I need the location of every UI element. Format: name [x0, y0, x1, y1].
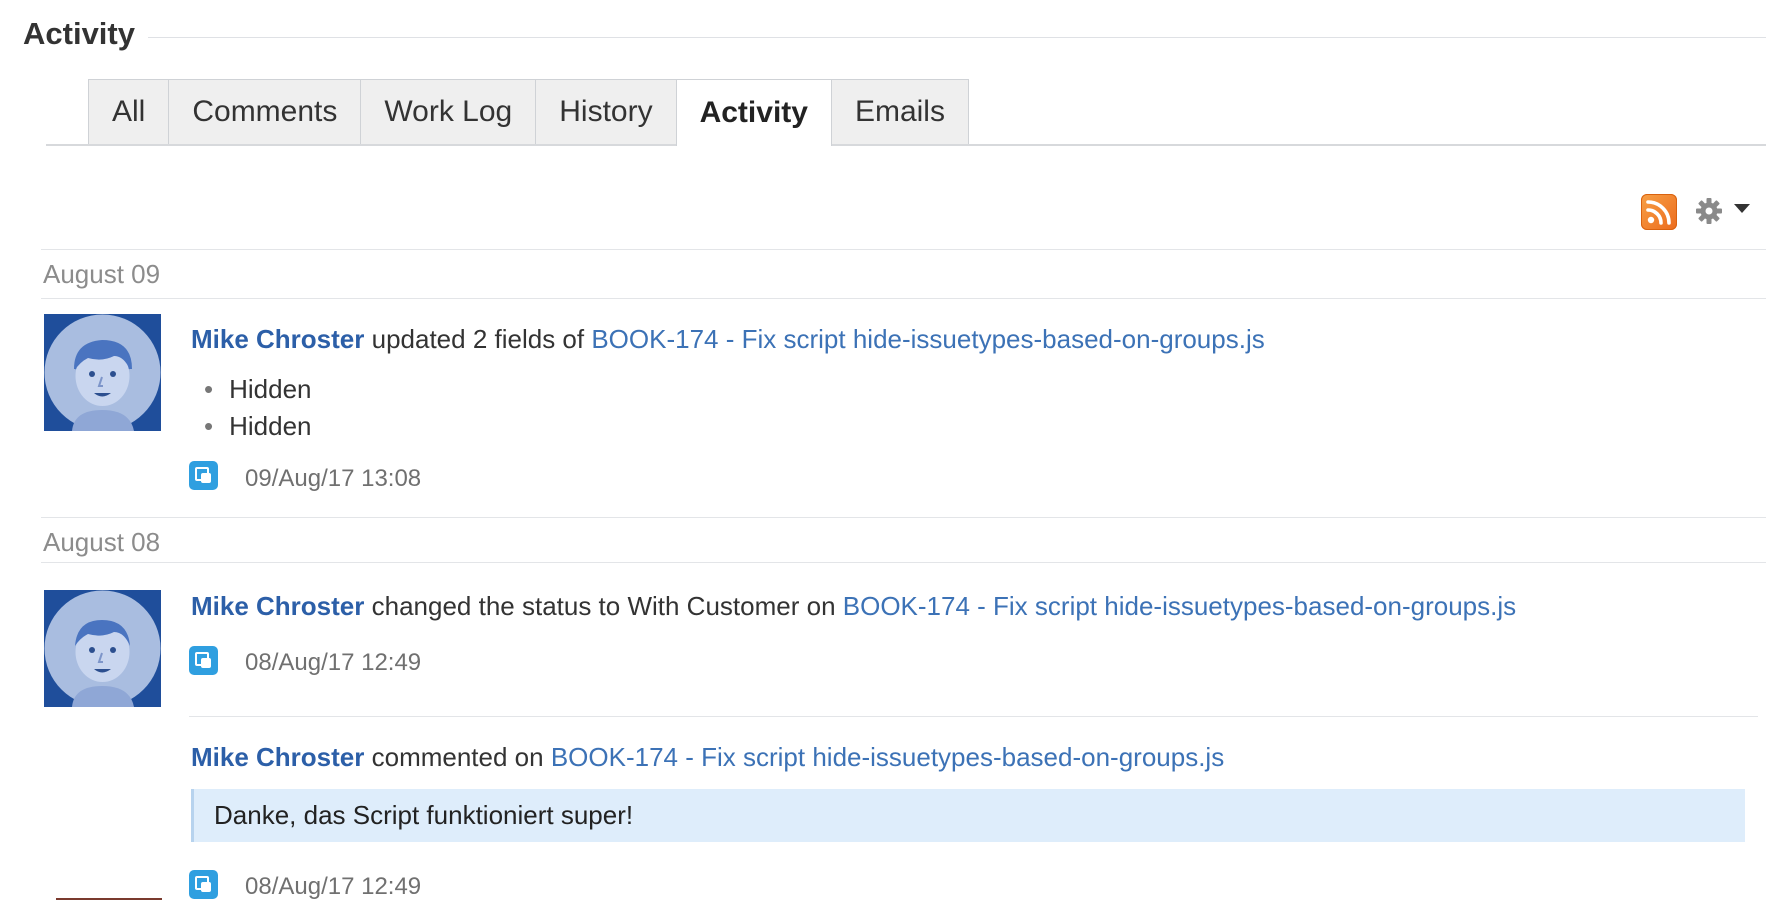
user-link[interactable]: Mike Chroster: [191, 742, 364, 772]
section-title: Activity: [23, 16, 135, 51]
date-divider: [41, 517, 1766, 518]
source-icon[interactable]: [189, 646, 218, 675]
avatar[interactable]: [44, 590, 161, 707]
entry-divider: [189, 716, 1758, 717]
timestamp[interactable]: 09/Aug/17 13:08: [245, 465, 421, 493]
date-divider: [41, 298, 1766, 299]
source-icon[interactable]: [189, 461, 218, 490]
action-text: commented on: [364, 742, 551, 772]
timestamp[interactable]: 08/Aug/17 12:49: [245, 873, 421, 900]
issue-link[interactable]: BOOK-174 - Fix script hide-issuetypes-ba…: [843, 591, 1516, 621]
tab-comments[interactable]: Comments: [168, 79, 362, 144]
action-text: updated 2 fields of: [364, 324, 592, 354]
gear-icon[interactable]: [1694, 196, 1724, 226]
tab-emails[interactable]: Emails: [830, 79, 969, 144]
tab-all[interactable]: All: [88, 79, 170, 144]
issue-link[interactable]: BOOK-174 - Fix script hide-issuetypes-ba…: [551, 742, 1224, 772]
chevron-down-icon[interactable]: [1734, 204, 1750, 213]
source-icon[interactable]: [189, 870, 218, 899]
date-divider: [41, 249, 1766, 250]
tab-history[interactable]: History: [535, 79, 677, 144]
activity-entry-summary: Mike Chroster changed the status to With…: [191, 591, 1516, 622]
action-text: changed the status to With Customer on: [364, 591, 843, 621]
avatar[interactable]: [44, 314, 161, 431]
date-divider: [41, 562, 1766, 563]
timestamp[interactable]: 08/Aug/17 12:49: [245, 649, 421, 677]
date-header: August 08: [43, 527, 161, 557]
activity-entry-summary: Mike Chroster commented on BOOK-174 - Fi…: [191, 742, 1224, 773]
activity-entry-summary: Mike Chroster updated 2 fields of BOOK-1…: [191, 324, 1265, 355]
tab-work-log[interactable]: Work Log: [360, 79, 537, 144]
activity-panel: Activity All Comments Work Log History A…: [0, 0, 1791, 900]
section-divider: [148, 37, 1766, 38]
user-link[interactable]: Mike Chroster: [191, 324, 364, 354]
date-header: August 09: [43, 259, 161, 289]
rss-icon[interactable]: [1641, 194, 1677, 230]
comment-body: Danke, das Script funktioniert super!: [191, 789, 1745, 842]
changed-field-item: Hidden: [204, 408, 311, 445]
issue-link[interactable]: BOOK-174 - Fix script hide-issuetypes-ba…: [591, 324, 1264, 354]
tab-activity[interactable]: Activity: [675, 79, 832, 146]
changed-field-item: Hidden: [204, 371, 311, 408]
tab-bar: All Comments Work Log History Activity E…: [88, 79, 969, 146]
user-link[interactable]: Mike Chroster: [191, 591, 364, 621]
changed-fields-list: Hidden Hidden: [204, 371, 311, 445]
